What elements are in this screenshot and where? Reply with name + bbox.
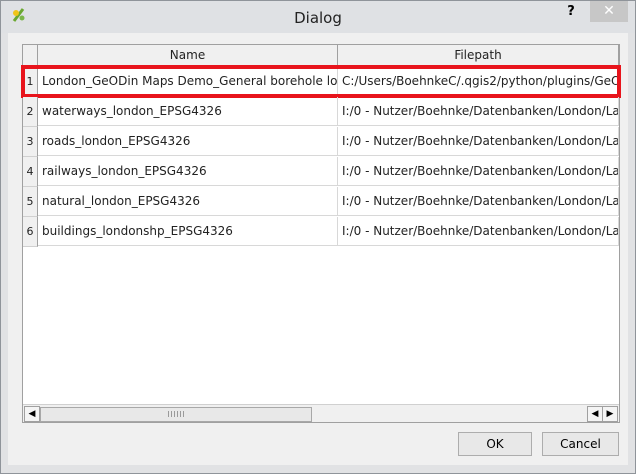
ok-button[interactable]: OK [458, 432, 532, 456]
row-number[interactable]: 5 [23, 187, 38, 217]
table-corner[interactable] [23, 45, 38, 67]
table-body: 1 London_GeODin Maps Demo_General boreho… [21, 65, 621, 247]
column-header-filepath[interactable]: Filepath [338, 45, 619, 66]
row-number[interactable]: 4 [23, 157, 38, 187]
name-cell[interactable]: London_GeODin Maps Demo_General borehole… [38, 67, 338, 96]
name-cell[interactable]: buildings_londonshp_EPSG4326 [38, 217, 338, 246]
row-number[interactable]: 3 [23, 127, 38, 157]
table-row[interactable]: 2 waterways_london_EPSG4326 I:/0 - Nutze… [23, 97, 619, 127]
name-cell[interactable]: railways_london_EPSG4326 [38, 157, 338, 186]
filepath-cell[interactable]: I:/0 - Nutzer/Boehnke/Datenbanken/London… [338, 217, 619, 246]
title-bar[interactable]: Dialog ? ✕ [1, 1, 635, 33]
name-cell[interactable]: roads_london_EPSG4326 [38, 127, 338, 156]
close-button[interactable]: ✕ [590, 1, 628, 22]
scroll-right-icon[interactable]: ▶ [602, 406, 618, 422]
dialog-title: Dialog [294, 9, 342, 27]
filepath-cell[interactable]: I:/0 - Nutzer/Boehnke/Datenbanken/London… [338, 97, 619, 126]
name-cell[interactable]: waterways_london_EPSG4326 [38, 97, 338, 126]
grip-icon [168, 411, 186, 417]
filepath-cell[interactable]: C:/Users/BoehnkeC/.qgis2/python/plugins/… [338, 67, 619, 96]
scroll-thumb[interactable] [40, 407, 312, 422]
layer-table[interactable]: Name Filepath 1 London_GeODin Maps Demo_… [21, 44, 621, 423]
dialog-body: Name Filepath 1 London_GeODin Maps Demo_… [8, 33, 628, 465]
dialog-window: Dialog ? ✕ Name Filepath 1 London_GeODin… [0, 0, 636, 474]
filepath-cell[interactable]: I:/0 - Nutzer/Boehnke/Datenbanken/London… [338, 187, 619, 216]
filepath-cell[interactable]: I:/0 - Nutzer/Boehnke/Datenbanken/London… [338, 157, 619, 186]
table-row[interactable]: 3 roads_london_EPSG4326 I:/0 - Nutzer/Bo… [23, 127, 619, 157]
table-row[interactable]: 6 buildings_londonshp_EPSG4326 I:/0 - Nu… [23, 217, 619, 247]
table-row[interactable]: 4 railways_london_EPSG4326 I:/0 - Nutzer… [23, 157, 619, 187]
row-number[interactable]: 1 [23, 67, 38, 97]
table-row[interactable]: 5 natural_london_EPSG4326 I:/0 - Nutzer/… [23, 187, 619, 217]
cancel-button[interactable]: Cancel [542, 432, 619, 456]
column-header-name[interactable]: Name [38, 45, 338, 66]
table-row[interactable]: 1 London_GeODin Maps Demo_General boreho… [21, 65, 621, 98]
row-number[interactable]: 2 [23, 97, 38, 127]
row-number[interactable]: 6 [23, 217, 38, 247]
scroll-left-icon[interactable]: ◀ [24, 406, 40, 422]
horizontal-scrollbar[interactable]: ◀ ◀ ▶ [23, 404, 619, 422]
name-cell[interactable]: natural_london_EPSG4326 [38, 187, 338, 216]
help-button[interactable]: ? [564, 4, 578, 22]
filepath-cell[interactable]: I:/0 - Nutzer/Boehnke/Datenbanken/London… [338, 127, 619, 156]
scroll-left-icon-end[interactable]: ◀ [587, 406, 603, 422]
